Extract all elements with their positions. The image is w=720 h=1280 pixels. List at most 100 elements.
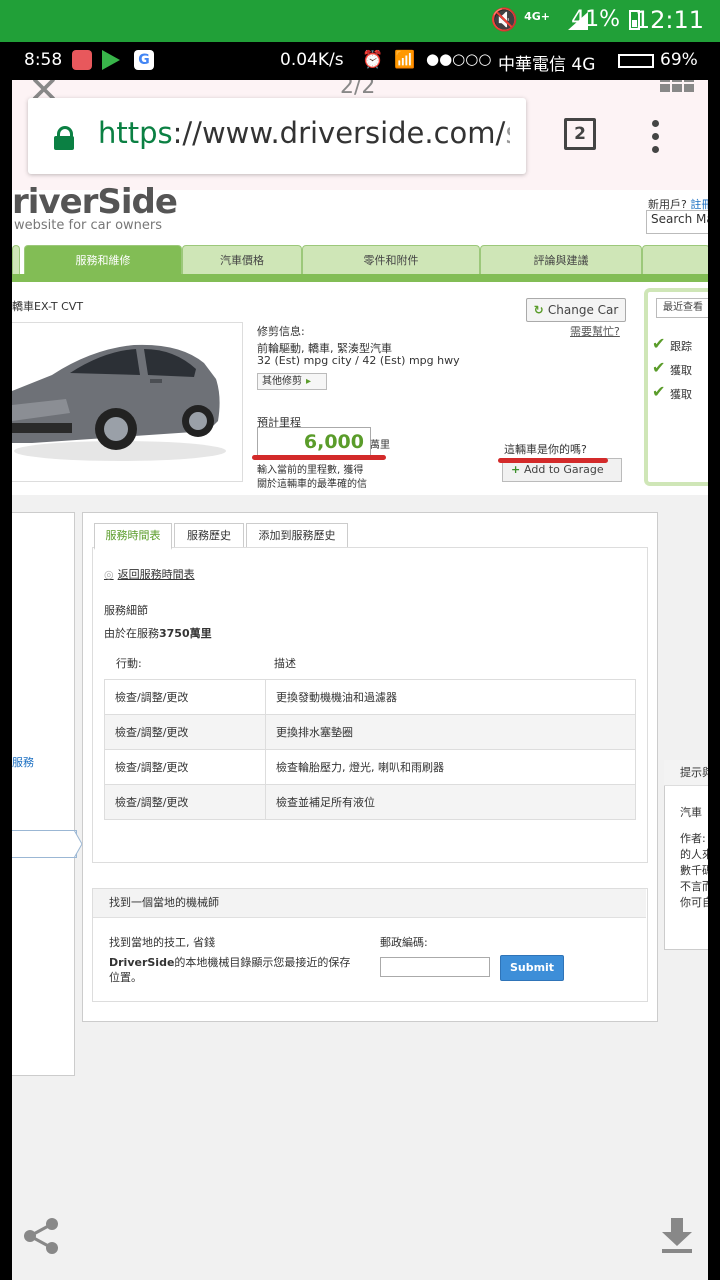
check-icon: ✔	[652, 334, 666, 353]
play-store-icon	[102, 50, 120, 70]
feature-item-track: 跟踪	[670, 340, 692, 353]
annotation-underline-2	[498, 458, 608, 463]
site-logo[interactable]: riverSide	[12, 182, 178, 222]
url-text[interactable]: https://www.driverside.com/se	[98, 116, 510, 150]
column-header-description: 描述	[274, 657, 296, 670]
zip-code-label: 郵政編碼:	[380, 936, 428, 949]
nav-tab-service[interactable]: 服務和維修	[24, 245, 182, 276]
network-type: 4G+	[524, 10, 550, 23]
tab-switcher-button[interactable]: 2	[564, 118, 596, 150]
nav-tab-partial[interactable]	[12, 245, 20, 276]
mileage-input[interactable]: 6,000	[257, 427, 371, 457]
row-action: 檢查/調整/更改	[104, 679, 266, 715]
find-mechanic-description: DriverSide的本地機械目錄顯示您最接近的保存位置。	[109, 955, 359, 985]
row-action: 檢查/調整/更改	[104, 749, 266, 785]
find-mechanic-title: 找到一個當地的機械師	[109, 896, 219, 909]
inner-battery-icon	[618, 54, 654, 68]
share-icon[interactable]	[22, 1216, 62, 1256]
change-car-label: Change Car	[547, 303, 619, 317]
clock: 12:11	[634, 6, 704, 34]
mileage-unit: 萬里	[370, 440, 390, 451]
tab-add-service-history[interactable]: 添加到服務歷史	[246, 523, 348, 548]
service-details-heading: 服務細節	[104, 604, 148, 617]
tip-text: 作者:	[680, 832, 706, 845]
car-image	[12, 322, 243, 482]
table-row: 檢查/調整/更改 更換發動機機油和過濾器	[104, 679, 636, 715]
car-title: 轎車EX-T CVT	[12, 300, 84, 313]
check-icon: ✔	[652, 382, 666, 401]
need-help-link[interactable]: 需要幫忙?	[570, 323, 620, 339]
row-action: 檢查/調整/更改	[104, 784, 266, 820]
own-car-question: 這輛車是你的嗎?	[504, 443, 587, 456]
submit-button[interactable]: Submit	[500, 955, 564, 981]
page-counter: 2/2	[340, 80, 376, 99]
row-description: 檢查並補足所有液位	[265, 784, 636, 820]
nav-tab-parts[interactable]: 零件和附件	[302, 245, 480, 276]
lock-icon	[54, 126, 74, 150]
right-sidebar: 最近查看 ✔ 跟踪 ✔ 獲取 ✔ 獲取	[644, 288, 708, 486]
add-garage-label: Add to Garage	[524, 463, 604, 476]
battery-percent: 41%	[571, 7, 620, 32]
mileage-hint: 輸入當前的里程數, 獲得	[257, 465, 364, 476]
change-car-button[interactable]: ↻ Change Car	[526, 298, 626, 322]
inner-battery-percent: 69%	[660, 50, 698, 70]
feature-item-get-2: 獲取	[670, 388, 692, 401]
url-scheme: https	[98, 116, 173, 150]
url-path: se	[505, 116, 510, 150]
other-trims-button[interactable]: 其他修剪	[257, 373, 327, 390]
grid-icon[interactable]	[660, 80, 696, 96]
back-to-schedule-link[interactable]: 返回服務時間表	[104, 566, 195, 582]
logo-text: riverSide	[12, 182, 178, 222]
service-table: 檢查/調整/更改 更換發動機機油和過濾器 檢查/調整/更改 更換排水塞墊圈 檢查/調…	[104, 679, 636, 820]
table-row: 檢查/調整/更改 更換排水塞墊圈	[104, 714, 636, 750]
tab-service-history[interactable]: 服務歷史	[174, 523, 244, 548]
signal-dots-icon: ●●○○○	[426, 50, 492, 68]
find-mechanic-text: 找到當地的技工, 省錢	[109, 936, 215, 949]
check-icon: ✔	[652, 358, 666, 377]
site-tagline: website for car owners	[14, 218, 163, 233]
plus-icon: +	[511, 463, 525, 476]
service-due-prefix: 由於在服務	[104, 627, 159, 640]
inner-clock: 8:58	[24, 50, 63, 70]
feature-item-get: 獲取	[670, 364, 692, 377]
recently-viewed-button[interactable]: 最近查看	[656, 298, 708, 318]
nav-tab-prices[interactable]: 汽車價格	[182, 245, 302, 276]
mileage-hint-2: 關於這輛車的最準確的信	[257, 479, 367, 490]
carrier-name: 中華電信 4G	[498, 55, 596, 75]
alarm-app-icon	[72, 50, 92, 70]
left-sidebar	[12, 512, 75, 1076]
find-mechanic-heading: 找到一個當地的機械師	[93, 889, 646, 918]
row-description: 檢查輪胎壓力, 燈光, 喇叭和雨刷器	[265, 749, 636, 785]
address-bar[interactable]: https://www.driverside.com/se	[28, 98, 526, 174]
google-icon: G	[134, 50, 154, 70]
annotation-underline	[252, 455, 386, 460]
system-status-bar: 🔇 4G+ 41% 12:11	[0, 0, 720, 42]
table-row: 檢查/調整/更改 檢查輪胎壓力, 燈光, 喇叭和雨刷器	[104, 749, 636, 785]
trim-info-heading: 修剪信息:	[257, 325, 305, 338]
refresh-icon: ↻	[533, 303, 548, 317]
sidebar-selected-item[interactable]	[12, 830, 83, 858]
row-action: 檢查/調整/更改	[104, 714, 266, 750]
wifi-icon: 📶	[394, 50, 416, 70]
tab-service-schedule[interactable]: 服務時間表	[94, 523, 172, 550]
overflow-menu-icon[interactable]	[652, 120, 662, 154]
net-speed: 0.04K/s	[280, 50, 344, 70]
row-description: 更換發動機機油和過濾器	[265, 679, 636, 715]
download-icon[interactable]	[660, 1218, 694, 1254]
column-header-action: 行動:	[116, 657, 142, 670]
tip-text: 的人來	[680, 848, 708, 861]
mute-icon: 🔇	[490, 8, 518, 33]
nav-tab-more[interactable]	[642, 245, 708, 276]
row-description: 更換排水塞墊圈	[265, 714, 636, 750]
nav-tab-reviews[interactable]: 評論與建議	[480, 245, 642, 276]
tip-text: 數千碼	[680, 864, 708, 877]
brand-name: DriverSide	[109, 956, 175, 969]
tip-text: 你可自	[680, 896, 708, 909]
zip-code-input[interactable]	[380, 957, 490, 977]
tips-heading: 提示與	[664, 760, 708, 786]
site-search-input[interactable]: Search Ma	[646, 210, 708, 234]
nav-underline	[12, 274, 708, 282]
url-host: ://www.driverside.com/	[172, 116, 506, 150]
sidebar-link-service[interactable]: 服務	[12, 754, 34, 770]
screenshot-content: ✕ 2/2 https://www.driverside.com/se 2 ri…	[12, 80, 708, 1280]
